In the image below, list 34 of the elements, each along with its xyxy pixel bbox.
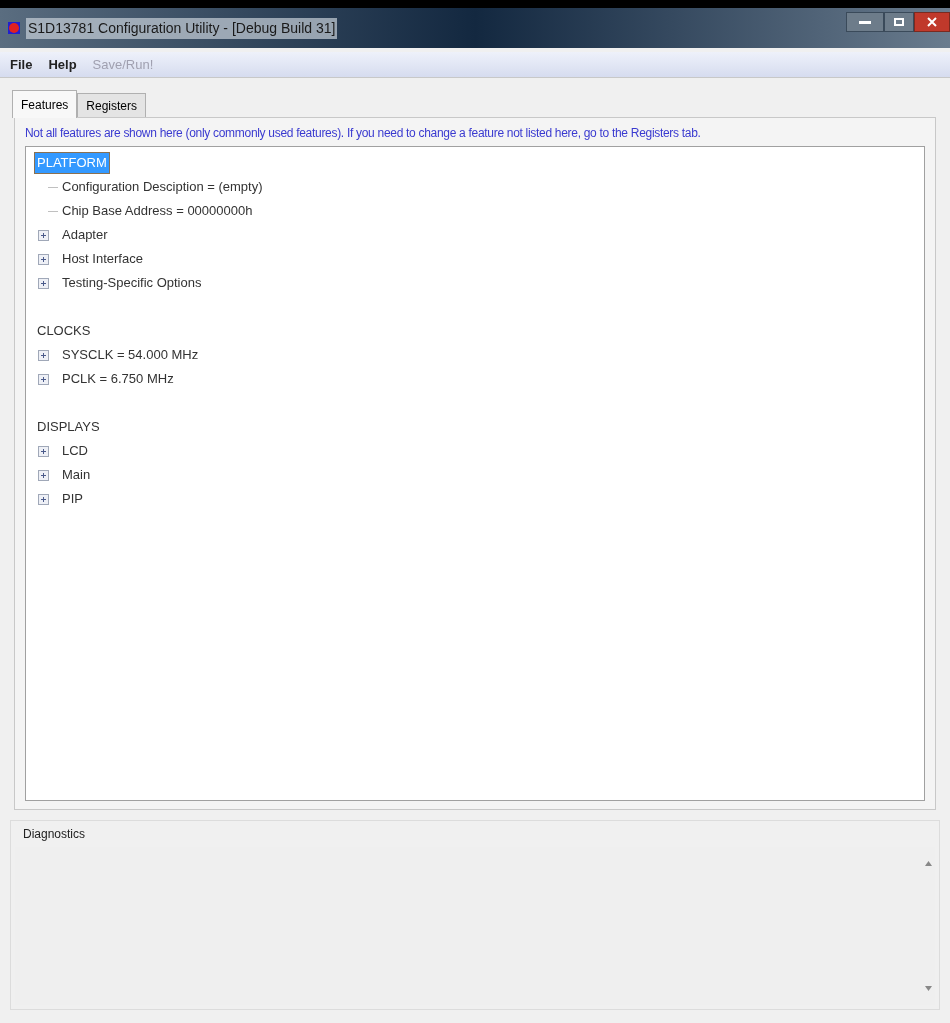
scroll-down-icon[interactable] xyxy=(924,986,932,991)
expand-icon[interactable] xyxy=(38,373,49,385)
section-label: Diagnostics xyxy=(23,826,87,843)
tree-item[interactable]: PIP xyxy=(62,489,83,509)
tree-item[interactable]: Configuration Desciption = (empty) xyxy=(62,177,263,197)
tree-item[interactable]: LCD xyxy=(62,441,88,461)
expand-icon[interactable] xyxy=(38,469,49,481)
expand-icon[interactable] xyxy=(38,445,49,457)
expand-icon[interactable] xyxy=(38,493,49,505)
expand-icon[interactable] xyxy=(38,253,49,265)
minimize-button[interactable] xyxy=(846,12,884,32)
tree-item[interactable]: Testing-Specific Options xyxy=(62,273,202,293)
tree-item[interactable]: SYSCLK = 54.000 MHz xyxy=(62,345,199,365)
expand-icon[interactable] xyxy=(38,229,49,241)
close-button[interactable] xyxy=(914,12,950,32)
tree-item[interactable]: PCLK = 6.750 MHz xyxy=(62,369,174,389)
tab[interactable]: Features xyxy=(12,90,78,118)
expand-icon[interactable] xyxy=(38,349,49,361)
tree-node[interactable]: DISPLAYS xyxy=(34,416,103,438)
tree-node[interactable]: CLOCKS xyxy=(34,320,94,342)
close-icon xyxy=(927,17,937,27)
tab[interactable]: Registers xyxy=(77,93,147,117)
app-icon xyxy=(8,22,20,34)
scroll-up-icon[interactable] xyxy=(924,861,932,866)
menu-item[interactable]: File xyxy=(10,54,33,75)
tree-item[interactable]: Adapter xyxy=(62,225,108,245)
tree-item[interactable]: Main xyxy=(62,465,91,485)
expand-icon[interactable] xyxy=(38,277,49,289)
maximize-button[interactable] xyxy=(884,12,914,32)
window-title: S1D13781 Configuration Utility - [Debug Build 31] xyxy=(26,17,338,39)
menu-item[interactable]: Help xyxy=(48,54,77,75)
tree-item[interactable]: Host Interface xyxy=(62,249,143,269)
tree-item[interactable]: Chip Base Address = 00000000h xyxy=(62,201,253,221)
info-text: Not all features are shown here (only commonly used features). If you need to change a feature not listed here, go to the Registers tab. xyxy=(25,125,702,142)
